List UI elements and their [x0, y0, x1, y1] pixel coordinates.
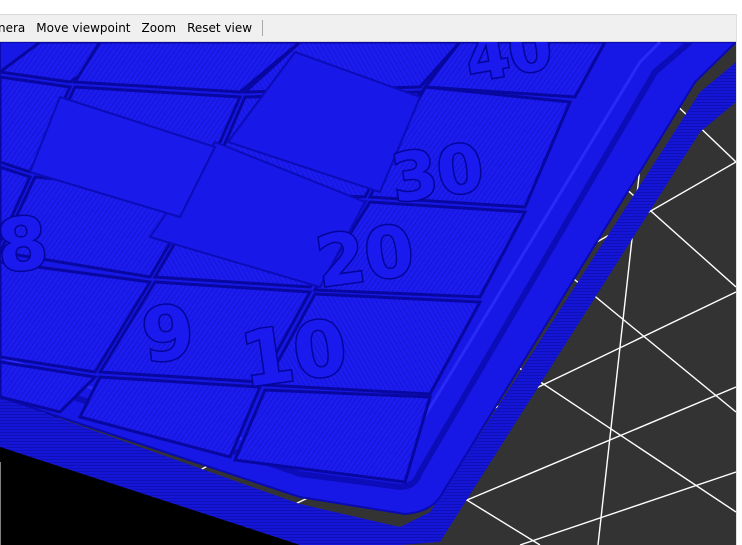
3d-viewport[interactable]: 40 30 20 10 8 9 — [0, 42, 736, 545]
app-window: nera Move viewpoint Zoom Reset view 40 3… — [0, 0, 742, 545]
view-toolbar: nera Move viewpoint Zoom Reset view — [0, 14, 736, 42]
title-strip — [0, 0, 742, 14]
tray-label-9: 9 — [138, 289, 198, 380]
window-edge — [736, 14, 742, 545]
tray-label-20: 20 — [311, 209, 419, 304]
tray-label-8: 8 — [0, 200, 52, 289]
viewport-canvas[interactable]: 40 30 20 10 8 9 — [0, 42, 736, 545]
camera-menu-item[interactable]: nera — [0, 15, 31, 41]
tray-label-30: 30 — [387, 129, 489, 218]
zoom-button[interactable]: Zoom — [137, 15, 183, 41]
toolbar-separator — [262, 20, 264, 36]
move-viewpoint-button[interactable]: Move viewpoint — [31, 15, 136, 41]
reset-view-button[interactable]: Reset view — [182, 15, 258, 41]
tray-label-10: 10 — [235, 302, 352, 405]
